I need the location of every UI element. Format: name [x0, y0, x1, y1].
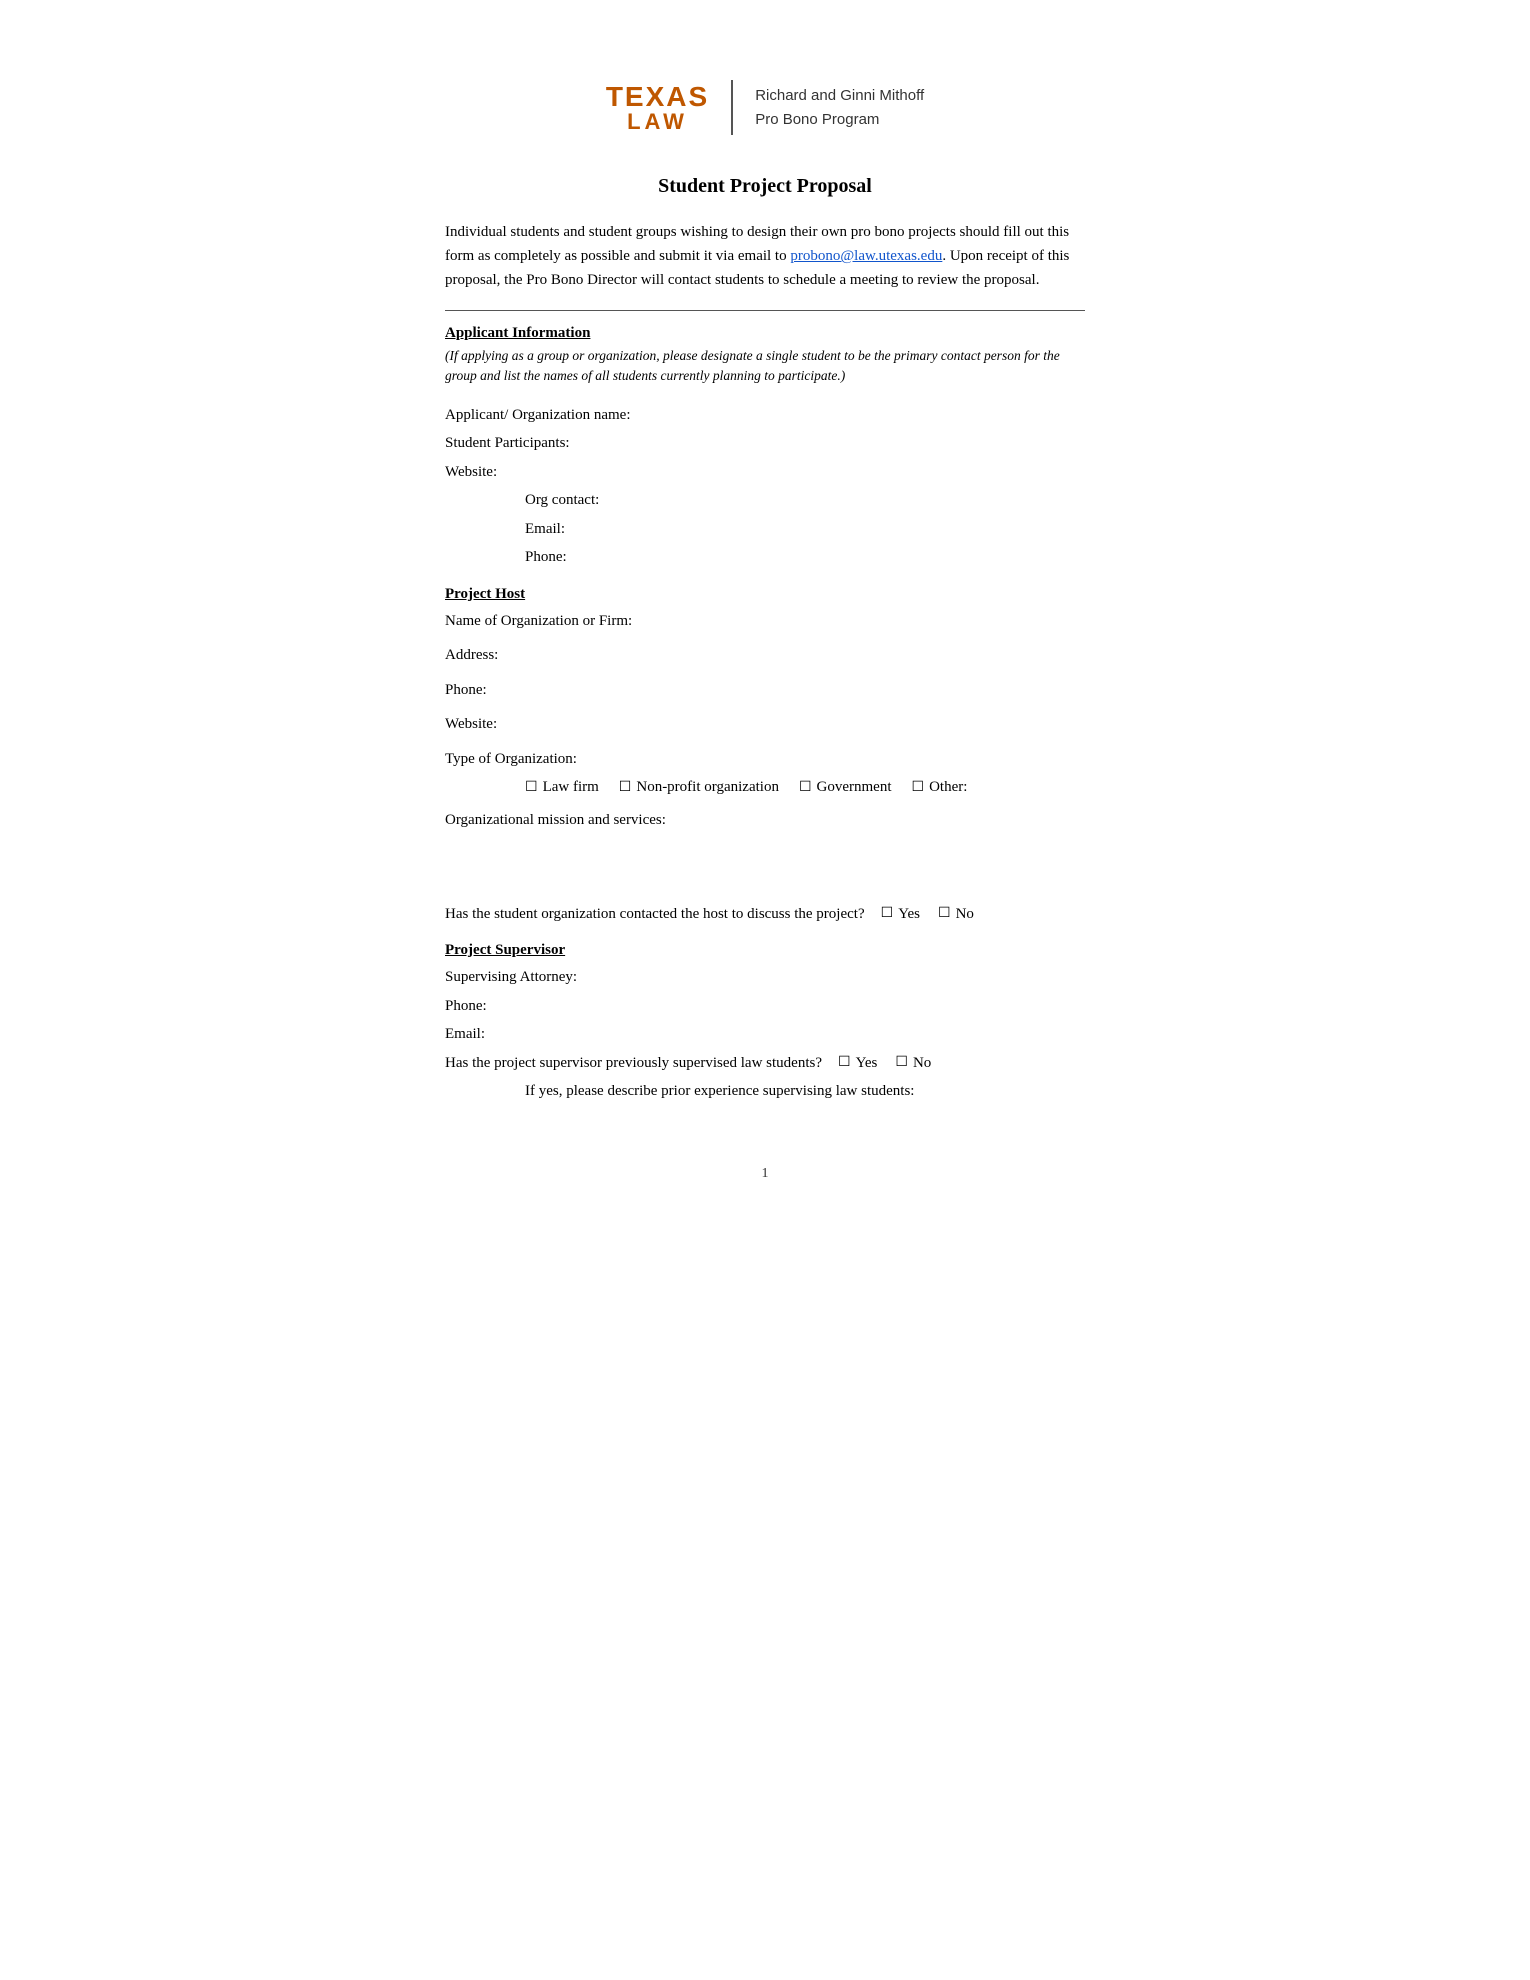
- header-divider: [731, 80, 733, 135]
- field-email-applicant: Email:: [445, 515, 1085, 544]
- texas-text: TEXAS: [606, 83, 709, 111]
- field-org-name: Applicant/ Organization name:: [445, 401, 1085, 430]
- header-subtitle: Richard and Ginni Mithoff Pro Bono Progr…: [755, 84, 924, 132]
- field-address: Address:: [445, 641, 1085, 670]
- field-phone-supervisor: Phone:: [445, 992, 1085, 1021]
- contacted-no-symbol: ☐: [938, 907, 951, 921]
- contacted-yes-label: Yes: [898, 900, 920, 929]
- applicant-note: (If applying as a group or organization,…: [445, 346, 1085, 387]
- field-supervising-attorney: Supervising Attorney:: [445, 963, 1085, 992]
- supervised-question-row: Has the project supervisor previously su…: [445, 1049, 1085, 1078]
- section-divider-1: [445, 310, 1085, 311]
- field-mission: Organizational mission and services:: [445, 806, 1085, 835]
- page-title: Student Project Proposal: [445, 175, 1085, 198]
- contacted-yes-symbol: ☐: [881, 907, 894, 921]
- checkbox-other[interactable]: ☐ Other:: [912, 779, 968, 796]
- project-host-section: Project Host Name of Organization or Fir…: [445, 586, 1085, 929]
- field-org-contact: Org contact:: [445, 486, 1085, 515]
- checkbox-nonprofit-symbol: ☐: [619, 781, 632, 795]
- checkbox-nonprofit[interactable]: ☐ Non-profit organization: [619, 779, 779, 796]
- intro-paragraph: Individual students and student groups w…: [445, 220, 1085, 292]
- field-website-host: Website:: [445, 710, 1085, 739]
- field-phone-host: Phone:: [445, 676, 1085, 705]
- supervised-yes-no: ☐ Yes ☐ No: [838, 1049, 931, 1078]
- contacted-question-row: Has the student organization contacted t…: [445, 900, 1085, 929]
- supervised-yes-label: Yes: [856, 1049, 878, 1078]
- org-type-checkboxes: ☐ Law firm ☐ Non-profit organization ☐ G…: [445, 779, 1085, 796]
- applicant-heading: Applicant Information: [445, 325, 1085, 342]
- page-number: 1: [445, 1166, 1085, 1182]
- field-type-org: Type of Organization:: [445, 745, 1085, 774]
- subtitle-line1: Richard and Ginni Mithoff: [755, 84, 924, 108]
- supervised-no-label: No: [913, 1049, 931, 1078]
- subtitle-line2: Pro Bono Program: [755, 108, 924, 132]
- checkbox-law-firm-label: Law firm: [543, 779, 599, 796]
- contacted-question-text: Has the student organization contacted t…: [445, 900, 865, 929]
- field-if-yes: If yes, please describe prior experience…: [445, 1077, 1085, 1106]
- applicant-section: Applicant Information (If applying as a …: [445, 325, 1085, 572]
- checkbox-other-symbol: ☐: [912, 781, 925, 795]
- mission-space: [445, 835, 1085, 890]
- contacted-yes-checkbox[interactable]: ☐ Yes: [881, 900, 920, 929]
- field-participants: Student Participants:: [445, 429, 1085, 458]
- supervised-yes-checkbox[interactable]: ☐ Yes: [838, 1049, 877, 1078]
- checkbox-government-label: Government: [817, 779, 892, 796]
- checkbox-law-firm-symbol: ☐: [525, 781, 538, 795]
- supervised-no-symbol: ☐: [895, 1056, 908, 1070]
- project-supervisor-section: Project Supervisor Supervising Attorney:…: [445, 942, 1085, 1106]
- logo: TEXAS LAW: [606, 83, 709, 133]
- probono-email-link[interactable]: probono@law.utexas.edu: [790, 248, 942, 264]
- checkbox-government-symbol: ☐: [799, 781, 812, 795]
- contacted-no-checkbox[interactable]: ☐ No: [938, 900, 974, 929]
- checkbox-nonprofit-label: Non-profit organization: [636, 779, 779, 796]
- checkbox-other-label: Other:: [929, 779, 967, 796]
- supervised-no-checkbox[interactable]: ☐ No: [895, 1049, 931, 1078]
- supervised-question-text: Has the project supervisor previously su…: [445, 1049, 822, 1078]
- checkbox-law-firm[interactable]: ☐ Law firm: [525, 779, 599, 796]
- contacted-yes-no: ☐ Yes ☐ No: [881, 900, 974, 929]
- supervised-yes-symbol: ☐: [838, 1056, 851, 1070]
- header: TEXAS LAW Richard and Ginni Mithoff Pro …: [445, 80, 1085, 135]
- field-org-firm-name: Name of Organization or Firm:: [445, 607, 1085, 636]
- field-phone-applicant: Phone:: [445, 543, 1085, 572]
- page-container: TEXAS LAW Richard and Ginni Mithoff Pro …: [375, 40, 1155, 1242]
- contacted-no-label: No: [956, 900, 974, 929]
- field-website-applicant: Website:: [445, 458, 1085, 487]
- law-text: LAW: [627, 111, 688, 133]
- supervisor-heading: Project Supervisor: [445, 942, 1085, 959]
- project-host-heading: Project Host: [445, 586, 1085, 603]
- checkbox-government[interactable]: ☐ Government: [799, 779, 892, 796]
- field-email-supervisor: Email:: [445, 1020, 1085, 1049]
